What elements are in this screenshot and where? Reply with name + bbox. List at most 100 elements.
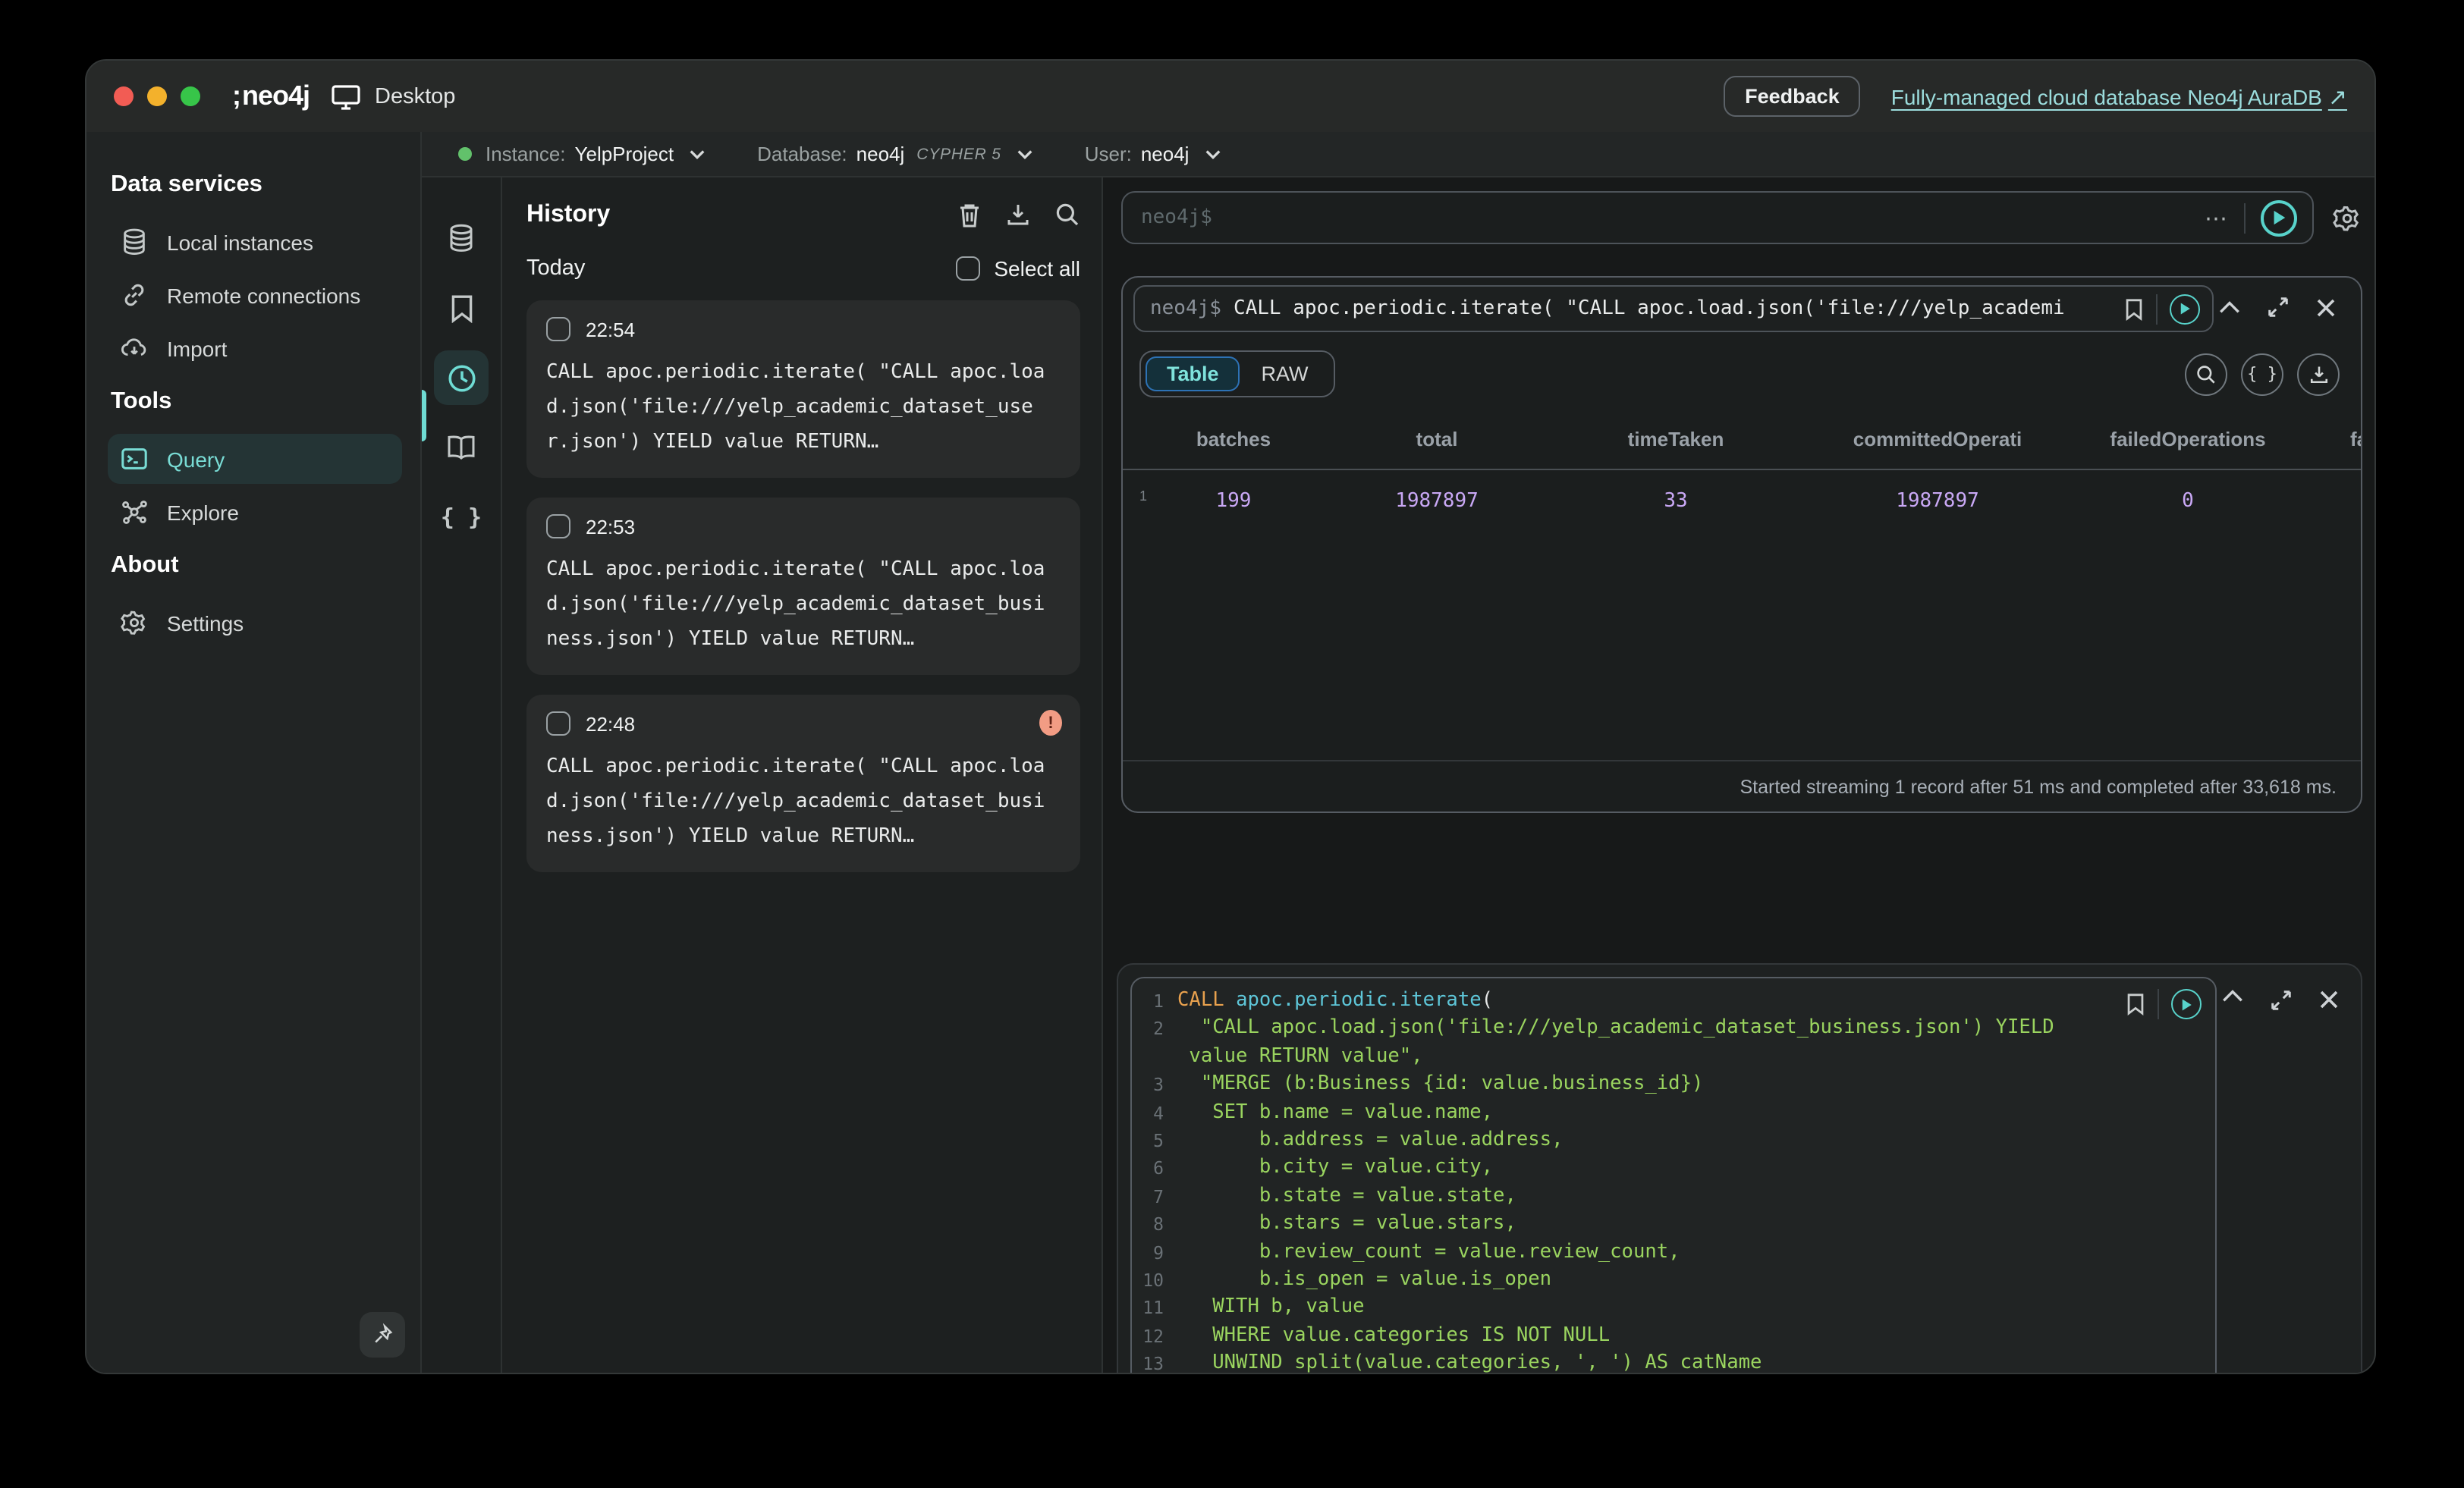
database-selector[interactable]: Database: neo4j CYPHER 5 [757, 143, 1033, 165]
line-number: 4 [1141, 1099, 1177, 1127]
app-title: Desktop [375, 84, 455, 108]
more-options-icon[interactable]: ⋯ [2205, 204, 2229, 231]
query-main-area: neo4j$ ⋯ [1103, 177, 2374, 1373]
braces-icon: { } [441, 504, 482, 531]
search-results-button[interactable] [2185, 353, 2227, 395]
cell-value: 199 [1144, 470, 1323, 513]
run-editor-query-button[interactable] [2171, 989, 2202, 1019]
line-number: 2 [1141, 1016, 1177, 1044]
collapse-frame-button[interactable] [2221, 989, 2244, 1012]
instance-selector[interactable]: Instance: YelpProject [458, 143, 706, 165]
sidebar-item-label: Settings [167, 611, 244, 635]
column-header: total [1323, 419, 1551, 469]
aura-db-link[interactable]: Fully-managed cloud database Neo4j AuraD… [1891, 83, 2347, 110]
history-item-checkbox[interactable] [546, 514, 570, 538]
history-item-checkbox[interactable] [546, 711, 570, 736]
database-label: Database: [757, 143, 847, 165]
cypher-editor[interactable]: 1CALL apoc.periodic.iterate(2 "CALL apoc… [1130, 977, 2217, 1374]
sidebar-item-label: Import [167, 336, 227, 360]
editor-line: value RETURN value", [1141, 1044, 2215, 1072]
cypher-version-badge: CYPHER 5 [916, 145, 1001, 163]
select-all-control[interactable]: Select all [956, 256, 1080, 281]
instance-label: Instance: [486, 143, 566, 165]
result-frame: neo4j$ CALL apoc.periodic.iterate( "CALL… [1121, 276, 2362, 813]
gear-icon [120, 608, 149, 637]
sidebar-item-remote-connections[interactable]: Remote connections [108, 270, 402, 320]
view-parameters-button[interactable]: { } [2241, 353, 2283, 395]
minimize-window-button[interactable] [147, 86, 167, 106]
rerun-query-button[interactable] [2170, 294, 2200, 324]
divider [2158, 989, 2159, 1019]
editor-line: 12 WHERE value.categories IS NOT NULL [1141, 1323, 2215, 1351]
rail-database-button[interactable] [434, 211, 489, 265]
user-selector[interactable]: User: neo4j [1085, 143, 1221, 165]
result-query-text: CALL apoc.periodic.iterate( "CALL apoc.l… [1234, 297, 2115, 320]
user-label: User: [1085, 143, 1132, 165]
divider [2244, 202, 2246, 233]
save-bookmark-button[interactable] [2124, 297, 2144, 321]
stream-status-text: Started streaming 1 record after 51 ms a… [1740, 776, 2337, 797]
expand-frame-button[interactable] [2267, 296, 2290, 319]
section-data-services: Data services [111, 171, 402, 199]
editor-line: 11 WITH b, value [1141, 1295, 2215, 1323]
editor-line: 6 b.city = value.city, [1141, 1155, 2215, 1183]
editor-line: 5 b.address = value.address, [1141, 1127, 2215, 1155]
download-history-button[interactable] [1006, 202, 1030, 229]
sidebar-item-settings[interactable]: Settings [108, 598, 402, 648]
result-table: 1 batchestotaltimeTakencommittedOperatif… [1123, 419, 2361, 513]
desktop-monitor-icon [331, 83, 361, 110]
feedback-button[interactable]: Feedback [1724, 76, 1861, 117]
sidebar-item-local-instances[interactable]: Local instances [108, 217, 402, 267]
search-history-button[interactable] [1054, 202, 1080, 229]
history-item[interactable]: 22:53CALL apoc.periodic.iterate( "CALL a… [526, 498, 1080, 675]
column-header: faile [2302, 419, 2362, 469]
delete-history-button[interactable] [957, 202, 982, 229]
history-item-time: 22:53 [586, 515, 635, 538]
sidebar-item-import[interactable]: Import [108, 323, 402, 373]
rail-active-indicator [422, 390, 426, 441]
history-title: History [526, 202, 610, 229]
pin-icon [370, 1323, 394, 1347]
editor-line: 8 b.stars = value.stars, [1141, 1211, 2215, 1239]
command-input[interactable]: neo4j$ ⋯ [1121, 191, 2314, 244]
result-query-header[interactable]: neo4j$ CALL apoc.periodic.iterate( "CALL… [1133, 285, 2214, 332]
tab-table[interactable]: Table [1146, 356, 1240, 391]
pin-sidebar-button[interactable] [360, 1312, 405, 1358]
close-frame-button[interactable] [2315, 297, 2337, 318]
select-all-checkbox[interactable] [956, 256, 980, 281]
editor-line: 3 "MERGE (b:Business {id: value.business… [1141, 1071, 2215, 1099]
history-item[interactable]: 22:48CALL apoc.periodic.iterate( "CALL a… [526, 695, 1080, 872]
line-number: 12 [1141, 1323, 1177, 1351]
tab-raw[interactable]: RAW [1240, 356, 1330, 391]
save-bookmark-button[interactable] [2126, 992, 2145, 1016]
history-item-checkbox[interactable] [546, 317, 570, 341]
download-results-button[interactable] [2297, 353, 2340, 395]
rail-history-button[interactable] [434, 350, 489, 405]
line-number: 11 [1141, 1295, 1177, 1323]
history-item[interactable]: 22:54CALL apoc.periodic.iterate( "CALL a… [526, 300, 1080, 478]
row-number: 1 [1139, 488, 1147, 504]
error-badge: ! [1039, 710, 1062, 736]
chevron-down-icon [1017, 148, 1033, 160]
sidebar-item-label: Local instances [167, 230, 313, 254]
database-icon [446, 223, 476, 253]
terminal-icon [120, 444, 149, 473]
rail-parameters-button[interactable]: { } [434, 490, 489, 545]
close-frame-button[interactable] [2318, 989, 2340, 1012]
sidebar-item-query[interactable]: Query [108, 434, 402, 484]
run-query-button[interactable] [2261, 199, 2297, 236]
sidebar-item-explore[interactable]: Explore [108, 487, 402, 537]
rail-bookmarks-button[interactable] [434, 281, 489, 335]
expand-frame-button[interactable] [2270, 989, 2293, 1012]
zoom-window-button[interactable] [181, 86, 200, 106]
sidebar-item-label: Query [167, 447, 225, 471]
command-placeholder: neo4j$ [1141, 206, 1212, 229]
query-settings-button[interactable] [2332, 202, 2362, 233]
left-sidebar: Data services Local instances Remote con… [86, 132, 422, 1373]
column-header: timeTaken [1551, 419, 1801, 469]
book-open-icon [446, 434, 476, 461]
editor-line: 7 b.state = value.state, [1141, 1183, 2215, 1211]
collapse-frame-button[interactable] [2218, 300, 2241, 314]
close-window-button[interactable] [114, 86, 134, 106]
rail-docs-button[interactable] [434, 420, 489, 475]
